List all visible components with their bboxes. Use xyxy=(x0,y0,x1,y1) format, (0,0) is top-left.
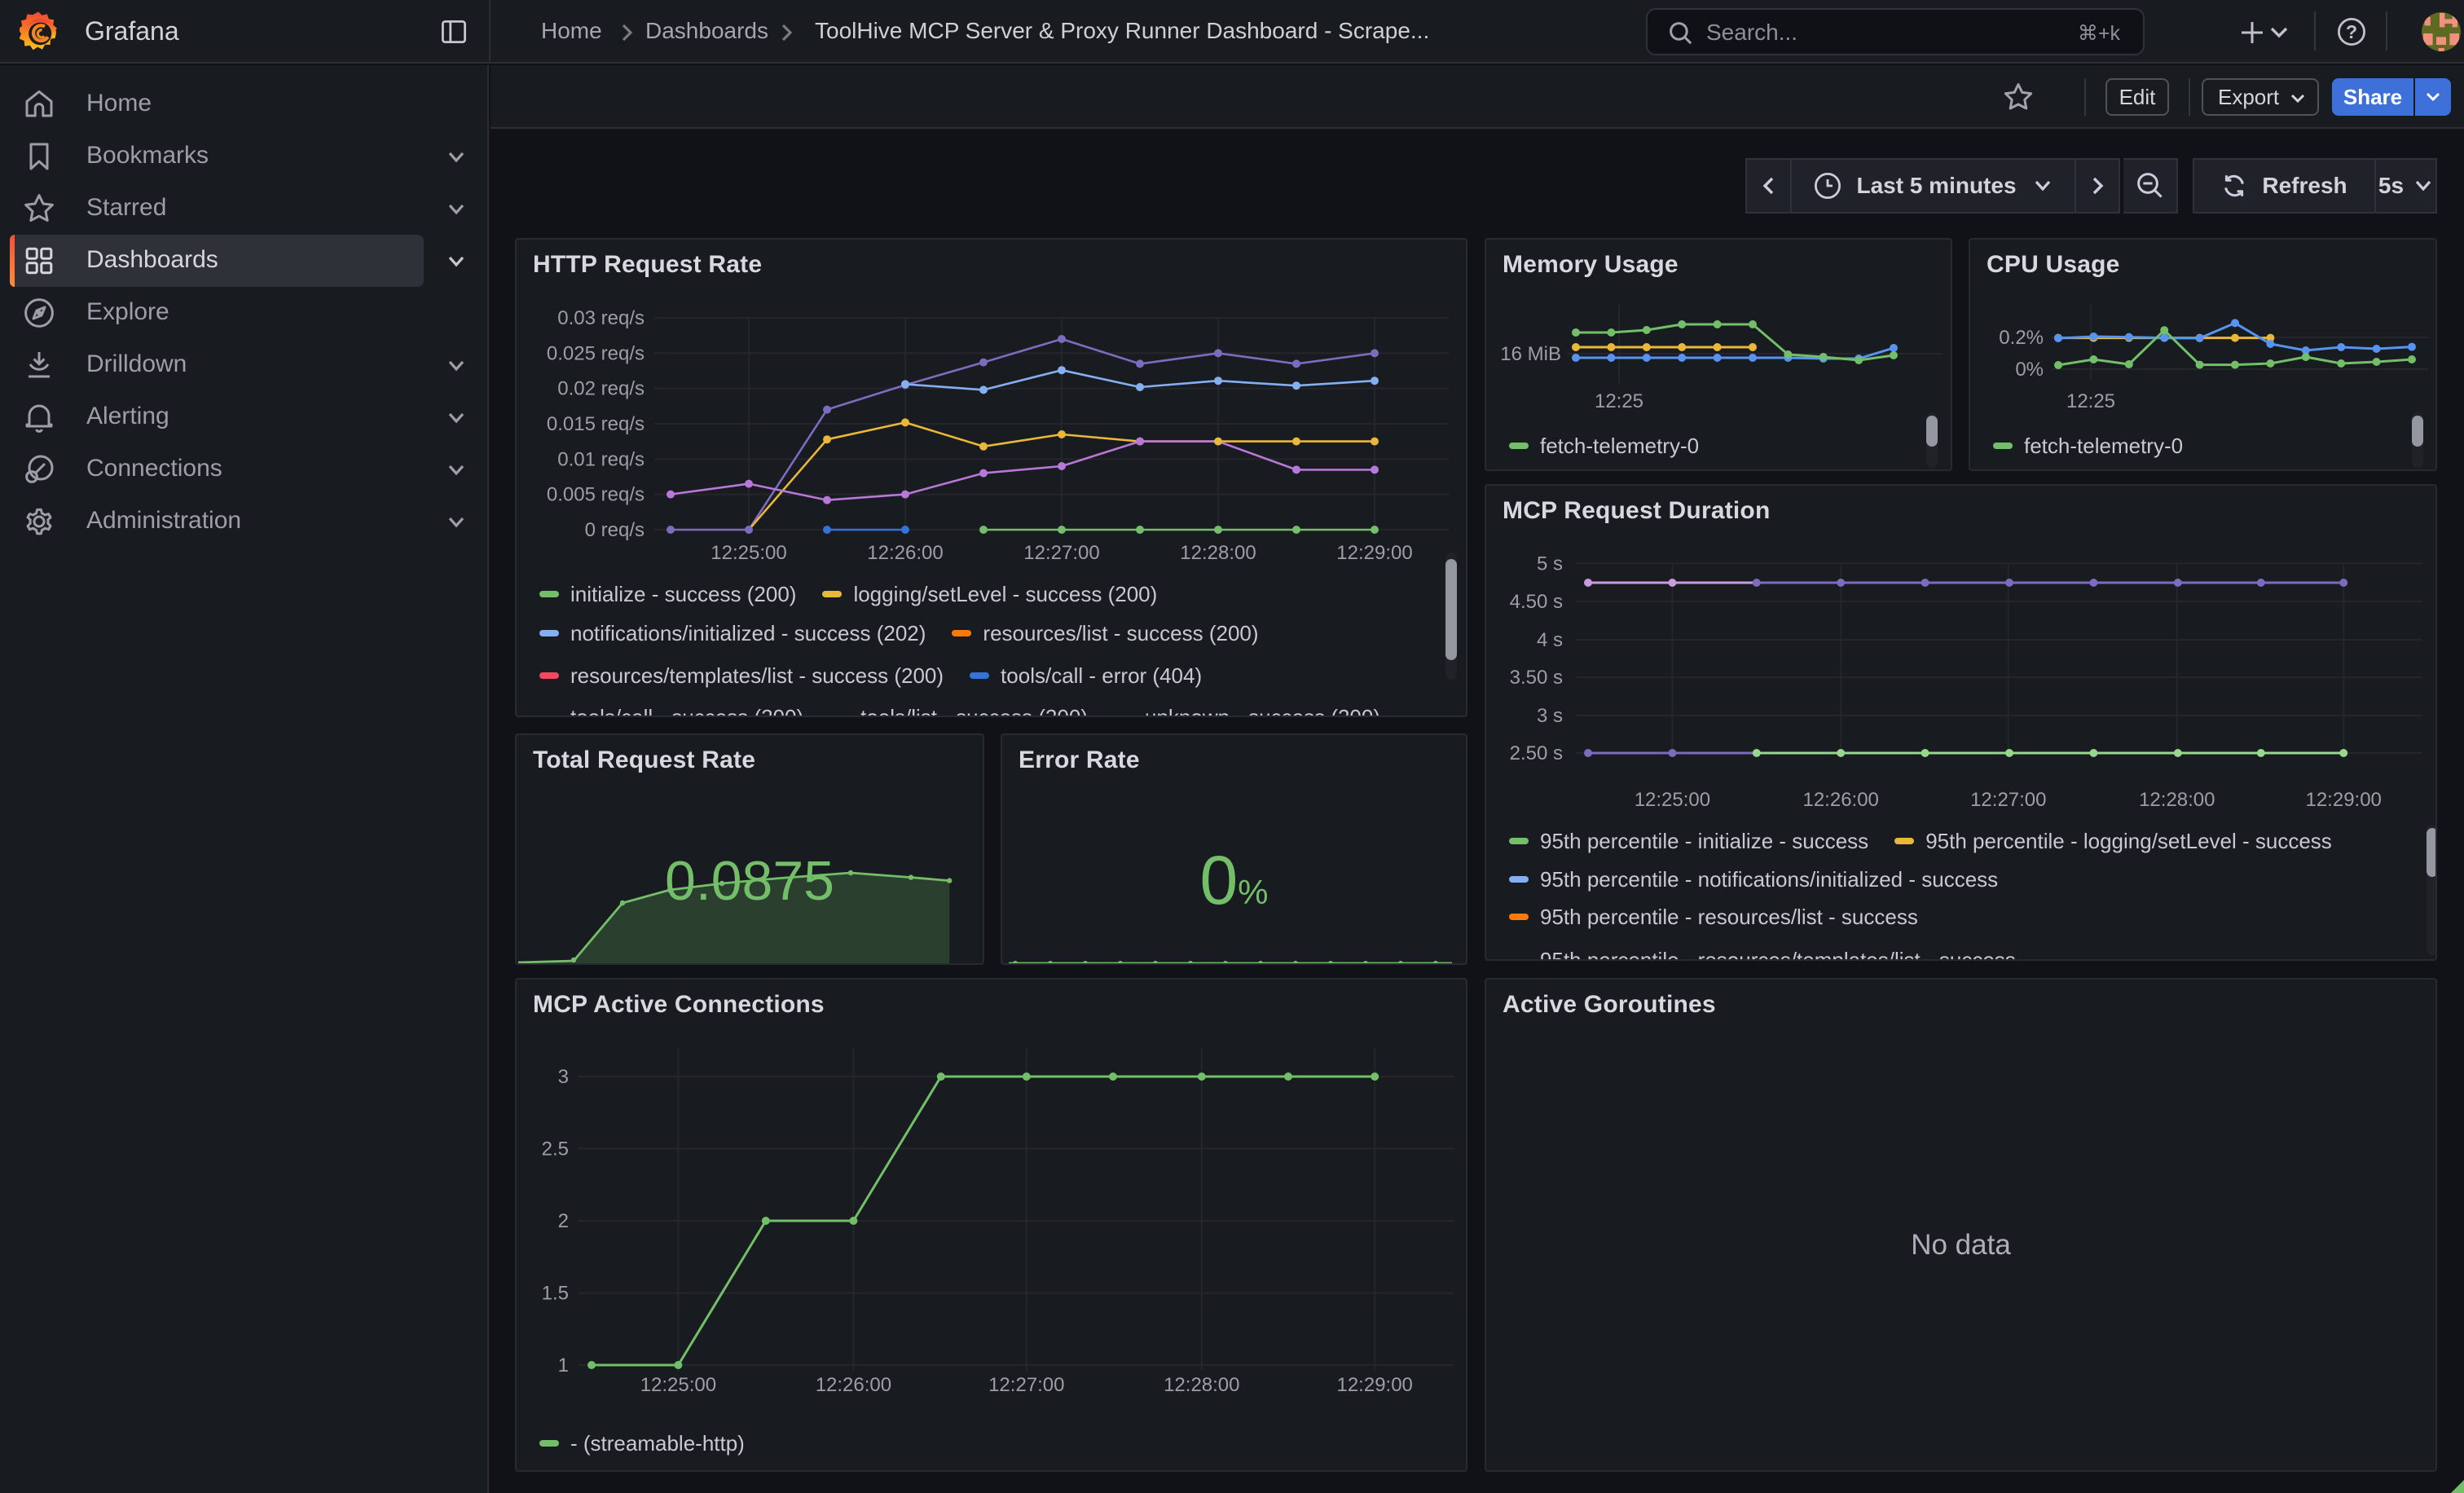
svg-text:12:29:00: 12:29:00 xyxy=(1336,542,1412,564)
svg-text:2: 2 xyxy=(558,1210,569,1232)
svg-text:12:27:00: 12:27:00 xyxy=(1970,789,2046,811)
svg-text:3.50 s: 3.50 s xyxy=(1510,667,1563,689)
svg-text:12:29:00: 12:29:00 xyxy=(2305,789,2381,811)
svg-text:0.01 req/s: 0.01 req/s xyxy=(557,448,645,470)
svg-text:0 req/s: 0 req/s xyxy=(585,519,645,541)
svg-text:12:26:00: 12:26:00 xyxy=(867,542,943,564)
svg-text:12:25:00: 12:25:00 xyxy=(711,542,786,564)
svg-text:0.02 req/s: 0.02 req/s xyxy=(557,378,645,400)
svg-text:0.005 req/s: 0.005 req/s xyxy=(547,484,645,506)
svg-text:?: ? xyxy=(2346,21,2357,42)
svg-text:12:27:00: 12:27:00 xyxy=(988,1374,1064,1396)
svg-text:5 s: 5 s xyxy=(1537,553,1563,575)
svg-text:12:26:00: 12:26:00 xyxy=(1802,789,1878,811)
svg-text:12:27:00: 12:27:00 xyxy=(1023,542,1099,564)
svg-text:3 s: 3 s xyxy=(1537,705,1563,727)
svg-text:4.50 s: 4.50 s xyxy=(1510,591,1563,613)
svg-text:12:25:00: 12:25:00 xyxy=(1635,789,1710,811)
svg-text:0%: 0% xyxy=(2015,359,2044,381)
svg-text:0.03 req/s: 0.03 req/s xyxy=(557,307,645,329)
svg-text:0.015 req/s: 0.015 req/s xyxy=(547,413,645,435)
svg-text:12:25:00: 12:25:00 xyxy=(640,1374,716,1396)
svg-text:1: 1 xyxy=(558,1354,569,1376)
svg-text:12:28:00: 12:28:00 xyxy=(2139,789,2215,811)
svg-text:2.50 s: 2.50 s xyxy=(1510,742,1563,764)
svg-text:12:28:00: 12:28:00 xyxy=(1164,1374,1239,1396)
svg-text:12:26:00: 12:26:00 xyxy=(816,1374,891,1396)
svg-text:12:29:00: 12:29:00 xyxy=(1336,1374,1412,1396)
svg-text:0.025 req/s: 0.025 req/s xyxy=(547,342,645,364)
svg-text:0.2%: 0.2% xyxy=(1999,327,2044,349)
svg-text:12:25: 12:25 xyxy=(2066,390,2115,412)
svg-text:1.5: 1.5 xyxy=(542,1283,569,1305)
svg-text:3: 3 xyxy=(558,1066,569,1088)
svg-text:2.5: 2.5 xyxy=(542,1138,569,1160)
svg-text:16 MiB: 16 MiB xyxy=(1500,343,1561,365)
svg-text:12:28:00: 12:28:00 xyxy=(1180,542,1256,564)
svg-text:4 s: 4 s xyxy=(1537,629,1563,651)
svg-text:12:25: 12:25 xyxy=(1595,390,1643,412)
